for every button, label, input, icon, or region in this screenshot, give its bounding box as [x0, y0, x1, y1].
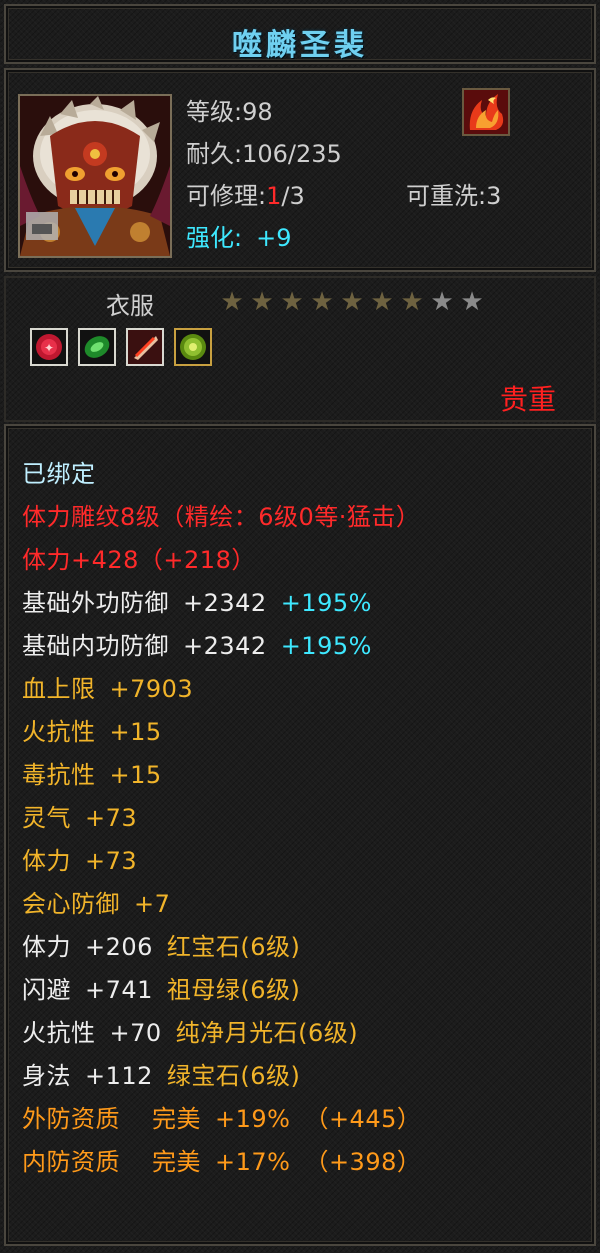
ext-def-value: +2342 — [183, 589, 267, 617]
fire-res-line: 火抗性 +15 — [22, 712, 162, 747]
item-header: 等级:98 耐久:106/235 可修理:1/3 可重洗:3 强化: +9 — [4, 68, 596, 272]
star-filled-icon: ★ — [310, 287, 334, 317]
repair-max: /3 — [281, 182, 305, 210]
crit-def-label: 会心防御 — [22, 890, 120, 918]
star-rating: ★ ★ ★ ★ ★ ★ ★ ★ ★ — [218, 288, 486, 316]
spirit-label: 灵气 — [22, 804, 71, 832]
level-row: 等级:98 — [186, 98, 273, 126]
stamina-bonus: （+218） — [138, 546, 256, 574]
reset-count: 3 — [486, 182, 502, 210]
body-value: +73 — [85, 847, 138, 875]
gem-value: +741 — [85, 976, 153, 1004]
gem-stat: 身法 — [22, 1062, 71, 1090]
hp-line: 血上限 +7903 — [22, 669, 193, 704]
poison-res-label: 毒抗性 — [22, 761, 96, 789]
gem-value: +112 — [85, 1062, 153, 1090]
int-def-value: +2342 — [183, 632, 267, 660]
body-label: 体力 — [22, 847, 71, 875]
ext-def-label: 基础外功防御 — [22, 589, 169, 617]
enhance-value: +9 — [256, 224, 292, 252]
enhance-row: 强化: +9 — [186, 224, 292, 252]
quality-label: 内防资质 — [22, 1148, 120, 1176]
crit-def-value: +7 — [134, 890, 171, 918]
repair-label: 可修理 — [186, 182, 258, 210]
green-gem-icon[interactable] — [78, 328, 116, 366]
gem-line: 身法 +112 绿宝石(6级) — [22, 1056, 300, 1091]
level-label: 等级 — [186, 98, 234, 126]
gem-name: 祖母绿(6级) — [166, 976, 301, 1004]
red-gem-icon[interactable]: ✦ — [30, 328, 68, 366]
body-line: 体力 +73 — [22, 841, 137, 876]
poison-res-line: 毒抗性 +15 — [22, 755, 162, 790]
quality-grade: 完美 — [152, 1105, 201, 1133]
int-def-line: 基础内功防御 +2342 +195% — [22, 626, 372, 661]
quality-pct: +17% — [215, 1148, 291, 1176]
gem-line: 闪避 +741 祖母绿(6级) — [22, 970, 300, 1005]
gem-stat: 闪避 — [22, 976, 71, 1004]
item-name: 噬麟圣裴 — [232, 28, 368, 63]
ext-def-line: 基础外功防御 +2342 +195% — [22, 583, 372, 618]
quality-line: 内防资质 完美 +17% （+398） — [22, 1142, 421, 1177]
int-def-pct: +195% — [280, 632, 372, 660]
int-def-label: 基础内功防御 — [22, 632, 169, 660]
spirit-value: +73 — [85, 804, 138, 832]
crit-def-line: 会心防御 +7 — [22, 884, 170, 919]
spirit-line: 灵气 +73 — [22, 798, 137, 833]
gem-name: 绿宝石(6级) — [166, 1062, 301, 1090]
gem-value: +206 — [85, 933, 153, 961]
ext-def-pct: +195% — [280, 589, 372, 617]
hp-label: 血上限 — [22, 675, 96, 703]
item-category: 衣服 — [106, 292, 154, 320]
engrave-line: 体力雕纹8级（精绘：6级0等·猛击） — [22, 503, 421, 531]
moonstone-icon[interactable] — [126, 328, 164, 366]
gem-value: +70 — [109, 1019, 162, 1047]
reset-label: 可重洗 — [406, 182, 478, 210]
quality-grade: 完美 — [152, 1148, 201, 1176]
reset-row: 可重洗:3 — [406, 182, 502, 210]
gem-stat: 体力 — [22, 933, 71, 961]
gem-line: 体力 +206 红宝石(6级) — [22, 927, 300, 962]
rarity-label: 贵重 — [499, 383, 556, 416]
fire-res-value: +15 — [109, 718, 162, 746]
star-empty-icon: ★ — [460, 287, 484, 317]
svg-text:✦: ✦ — [44, 341, 54, 355]
emerald-icon[interactable] — [174, 328, 212, 366]
enhance-label: 强化 — [186, 224, 234, 252]
repair-row: 可修理:1/3 — [186, 182, 305, 210]
title-bar: 噬麟圣裴 — [4, 4, 596, 64]
gem-name: 红宝石(6级) — [166, 933, 301, 961]
durability-row: 耐久:106/235 — [186, 140, 342, 168]
stamina-label: 体力+428 — [22, 546, 139, 574]
star-filled-icon: ★ — [370, 287, 394, 317]
poison-res-value: +15 — [109, 761, 162, 789]
armor-portrait-icon — [18, 94, 172, 258]
star-filled-icon: ★ — [340, 287, 364, 317]
star-filled-icon: ★ — [280, 287, 304, 317]
durability-value: 106/235 — [242, 140, 342, 168]
quality-label: 外防资质 — [22, 1105, 120, 1133]
star-filled-icon: ★ — [400, 287, 424, 317]
star-filled-icon: ★ — [220, 287, 244, 317]
star-empty-icon: ★ — [430, 287, 454, 317]
gem-line: 火抗性 +70 纯净月光石(6级) — [22, 1013, 358, 1048]
repair-used: 1 — [266, 182, 282, 210]
quality-bonus: （+445） — [304, 1105, 422, 1133]
stamina-line: 体力+428（+218） — [22, 540, 256, 575]
level-value: 98 — [242, 98, 273, 126]
quality-line: 外防资质 完美 +19% （+445） — [22, 1099, 421, 1134]
gem-stat: 火抗性 — [22, 1019, 96, 1047]
attribute-list: 已绑定 体力雕纹8级（精绘：6级0等·猛击） 体力+428（+218） 基础外功… — [4, 424, 596, 1246]
star-filled-icon: ★ — [250, 287, 274, 317]
hp-value: +7903 — [109, 675, 194, 703]
quality-pct: +19% — [215, 1105, 291, 1133]
category-section: 衣服 ★ ★ ★ ★ ★ ★ ★ ★ ★ ✦ 贵重 — [4, 276, 596, 422]
durability-label: 耐久 — [186, 140, 234, 168]
bound-status: 已绑定 — [22, 460, 96, 488]
flame-emblem-icon — [462, 88, 510, 136]
gem-name: 纯净月光石(6级) — [175, 1019, 359, 1047]
quality-bonus: （+398） — [304, 1148, 422, 1176]
fire-res-label: 火抗性 — [22, 718, 96, 746]
